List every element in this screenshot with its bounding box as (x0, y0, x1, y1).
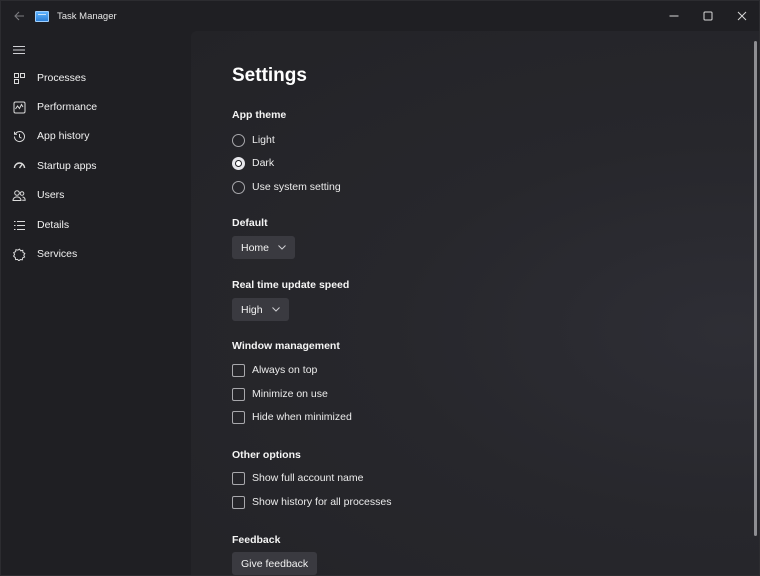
settings-page: Settings App theme Light Dark Use system… (191, 31, 759, 575)
back-button[interactable] (1, 1, 37, 31)
sidebar-item-users[interactable]: Users (1, 181, 189, 209)
dropdown-value: High (241, 303, 263, 316)
history-icon (12, 129, 26, 143)
sidebar-item-label: Startup apps (37, 160, 97, 172)
performance-icon (12, 100, 26, 114)
radio-label: Use system setting (252, 181, 341, 193)
minimize-on-use-checkbox[interactable]: Minimize on use (232, 385, 328, 403)
title-bar: Task Manager (1, 1, 759, 31)
arrow-left-icon (13, 11, 24, 21)
sidebar-item-label: Performance (37, 101, 98, 113)
radio-button[interactable] (232, 180, 245, 194)
hide-when-minimized-checkbox[interactable]: Hide when minimized (232, 408, 352, 426)
maximize-button[interactable] (691, 1, 725, 31)
theme-dark-radio[interactable]: Dark (232, 154, 274, 172)
radio-button[interactable] (232, 133, 245, 147)
checkbox[interactable] (232, 495, 245, 509)
checkbox-label: Show full account name (252, 472, 364, 484)
sidebar-item-services[interactable]: Services (1, 240, 189, 268)
other-options-label: Other options (232, 449, 301, 461)
page-title: Settings (232, 65, 307, 86)
minimize-icon (669, 15, 679, 17)
always-on-top-checkbox[interactable]: Always on top (232, 361, 317, 379)
sidebar-item-app-history[interactable]: App history (1, 122, 189, 150)
chevron-down-icon (278, 245, 286, 250)
users-icon (12, 188, 26, 202)
window-management-label: Window management (232, 340, 340, 352)
sidebar-item-label: Details (37, 219, 70, 231)
checkbox[interactable] (232, 363, 245, 377)
close-button[interactable] (725, 1, 759, 31)
feedback-label: Feedback (232, 534, 281, 546)
radio-button-selected[interactable] (232, 156, 245, 170)
radio-label: Dark (252, 157, 275, 169)
default-page-label: Default (232, 217, 268, 229)
sidebar-item-performance[interactable]: Performance (1, 93, 189, 121)
checkbox-label: Show history for all processes (252, 496, 392, 508)
checkbox[interactable] (232, 410, 245, 424)
sidebar-item-processes[interactable]: Processes (1, 64, 189, 92)
radio-label: Light (252, 134, 275, 146)
update-speed-label: Real time update speed (232, 279, 350, 291)
services-icon (12, 247, 26, 261)
theme-light-radio[interactable]: Light (232, 131, 275, 149)
maximize-icon (703, 11, 713, 21)
app-theme-label: App theme (232, 109, 287, 121)
sidebar-item-label: App history (37, 130, 90, 142)
update-speed-dropdown[interactable]: High (232, 298, 289, 321)
give-feedback-button[interactable]: Give feedback (232, 552, 318, 575)
checkbox[interactable] (232, 471, 245, 485)
sidebar-item-startup-apps[interactable]: Startup apps (1, 152, 189, 180)
minimize-button[interactable] (657, 1, 691, 31)
show-full-account-name-checkbox[interactable]: Show full account name (232, 469, 363, 487)
menu-button[interactable] (13, 42, 25, 54)
sidebar-item-label: Users (37, 189, 65, 201)
dropdown-value: Home (241, 241, 270, 254)
processes-icon (12, 71, 26, 85)
theme-system-radio[interactable]: Use system setting (232, 178, 341, 196)
details-icon (12, 218, 26, 232)
checkbox-label: Hide when minimized (252, 411, 352, 423)
hamburger-icon (13, 46, 25, 54)
sidebar-item-details[interactable]: Details (1, 211, 189, 239)
window-controls (657, 1, 759, 31)
window-title: Task Manager (57, 10, 117, 22)
sidebar-item-label: Processes (37, 72, 87, 84)
sidebar-item-label: Services (37, 248, 78, 260)
task-manager-app-icon (35, 10, 49, 22)
checkbox-label: Minimize on use (252, 388, 328, 400)
checkbox[interactable] (232, 387, 245, 401)
task-manager-window: Task Manager Processes Performance App h… (0, 0, 760, 576)
show-history-all-processes-checkbox[interactable]: Show history for all processes (232, 493, 391, 511)
chevron-down-icon (271, 307, 280, 312)
default-page-dropdown[interactable]: Home (232, 236, 296, 259)
checkbox-label: Always on top (252, 364, 318, 376)
vertical-scrollbar[interactable] (754, 41, 757, 536)
close-icon (737, 11, 747, 21)
sidebar: Processes Performance App history Startu… (1, 31, 191, 575)
startup-icon (12, 159, 26, 173)
